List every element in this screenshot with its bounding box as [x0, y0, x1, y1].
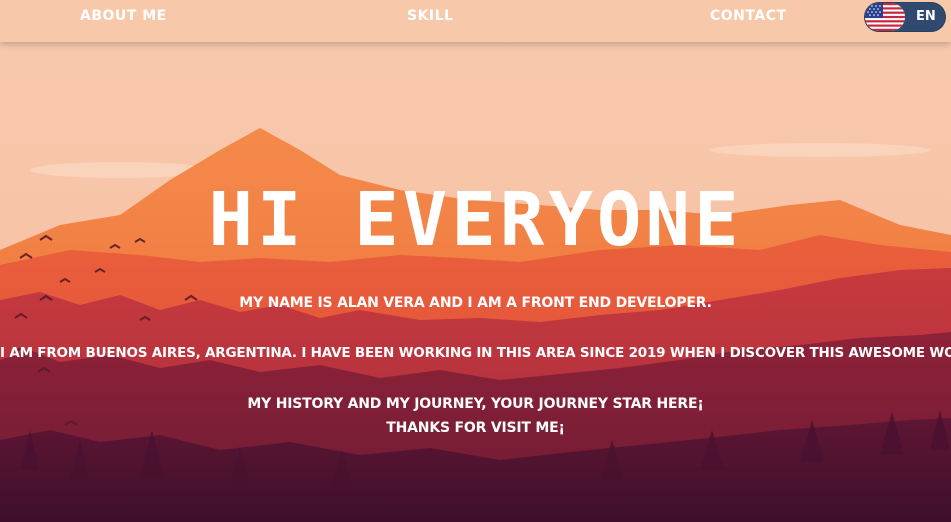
hero-journey-text: MY HISTORY AND MY JOURNEY, YOUR JOURNEY …: [247, 396, 704, 412]
nav-link-about-me[interactable]: ABOUT ME: [80, 8, 167, 24]
hero-intro-text: MY NAME IS ALAN VERA AND I AM A FRONT EN…: [239, 295, 712, 311]
nav-link-contact[interactable]: CONTACT: [710, 8, 787, 24]
us-flag-icon: [865, 3, 905, 31]
language-toggle[interactable]: EN: [864, 2, 946, 32]
hero-title: HI EVERYONE: [208, 177, 743, 263]
top-nav-bar: ABOUT ME SKILL CONTACT EN: [0, 0, 951, 42]
language-label: EN: [916, 9, 936, 24]
nav-link-skill[interactable]: SKILL: [407, 8, 453, 24]
hero-origin-text: I AM FROM BUENOS AIRES, ARGENTINA. I HAV…: [0, 345, 951, 361]
hero-section: HI EVERYONE MY NAME IS ALAN VERA AND I A…: [0, 0, 951, 522]
hero-thanks-text: THANKS FOR VISIT ME¡: [386, 420, 565, 436]
